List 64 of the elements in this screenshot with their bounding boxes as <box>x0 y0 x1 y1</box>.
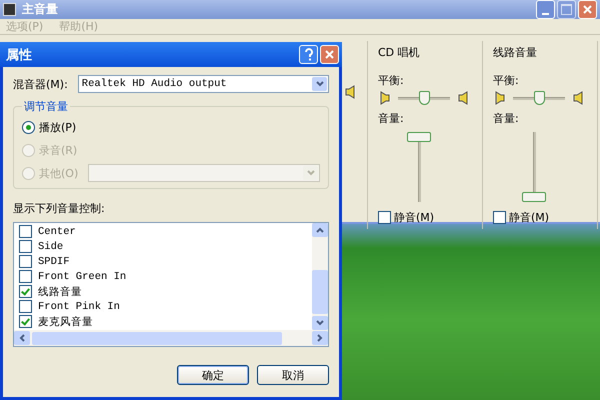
channel-name: 线路音量 <box>493 45 538 61</box>
balance-label: 平衡: <box>493 73 520 88</box>
checkbox[interactable] <box>378 211 391 224</box>
list-item-label: SPDIF <box>38 256 70 268</box>
chevron-down-icon <box>316 320 324 326</box>
chevron-left-icon <box>19 334 25 342</box>
radio-label: 播放(P) <box>39 120 76 134</box>
checkbox[interactable] <box>19 300 32 313</box>
close-button[interactable] <box>320 45 339 64</box>
window-title: 主音量 <box>22 1 58 18</box>
list-item-label: Front Green In <box>38 270 126 282</box>
speaker-icon <box>458 91 470 105</box>
slider-thumb[interactable] <box>534 91 544 105</box>
slider-thumb[interactable] <box>407 132 431 142</box>
checkbox[interactable] <box>19 225 32 238</box>
radio-button[interactable] <box>22 120 35 134</box>
list-item-label: 麦克风音量 <box>38 315 93 328</box>
balance-slider[interactable] <box>513 91 565 105</box>
volume-label: 音量: <box>378 111 405 126</box>
volume-slider[interactable] <box>522 132 546 202</box>
mute-label: 静音(M) <box>394 210 434 225</box>
speaker-icon <box>573 91 585 105</box>
volume-label: 音量: <box>493 111 520 126</box>
volume-slider[interactable] <box>407 132 431 202</box>
maximize-button[interactable] <box>557 0 576 19</box>
close-icon <box>325 50 334 59</box>
radio-label: 录音(R) <box>39 142 78 158</box>
speaker-icon <box>345 85 357 99</box>
close-icon <box>583 5 592 14</box>
speaker-icon <box>378 91 390 105</box>
speaker-icon <box>493 91 505 105</box>
list-item-label: Center <box>38 226 76 238</box>
slider-thumb[interactable] <box>522 192 546 202</box>
list-item-label: Side <box>38 240 64 252</box>
minimize-button[interactable] <box>536 0 555 19</box>
group-title: 调节音量 <box>23 99 69 114</box>
balance-label: 平衡: <box>378 73 405 88</box>
ok-button[interactable]: 确定 <box>177 365 249 385</box>
list-label: 显示下列音量控制: <box>13 201 106 216</box>
checkbox[interactable] <box>19 315 32 328</box>
mixer-label: 混音器(M): <box>13 76 68 92</box>
checkbox[interactable] <box>19 285 32 298</box>
balance-slider[interactable] <box>398 91 450 105</box>
horizontal-scrollbar[interactable] <box>14 330 328 346</box>
app-icon <box>3 3 16 16</box>
dialog-title: 属性 <box>6 46 32 64</box>
vertical-scrollbar[interactable] <box>312 223 328 330</box>
channel-name: CD 唱机 <box>378 45 421 61</box>
list-item-label: 线路音量 <box>38 285 82 298</box>
chevron-up-icon <box>316 227 324 233</box>
mixer-dropdown[interactable]: Realtek HD Audio output <box>78 75 329 93</box>
help-button[interactable] <box>299 45 318 64</box>
checkbox[interactable] <box>493 211 506 224</box>
slider-thumb[interactable] <box>418 91 430 105</box>
radio-label: 其他(O) <box>39 166 78 180</box>
list-item-label: Front Pink In <box>38 300 120 312</box>
chevron-right-icon <box>317 334 323 342</box>
checkbox[interactable] <box>19 255 32 268</box>
checkbox[interactable] <box>19 270 32 283</box>
cancel-button[interactable]: 取消 <box>257 365 329 385</box>
checkbox[interactable] <box>19 240 32 253</box>
close-button[interactable] <box>578 0 597 19</box>
question-mark-icon <box>304 48 314 62</box>
mute-label: 静音(M) <box>509 210 550 225</box>
